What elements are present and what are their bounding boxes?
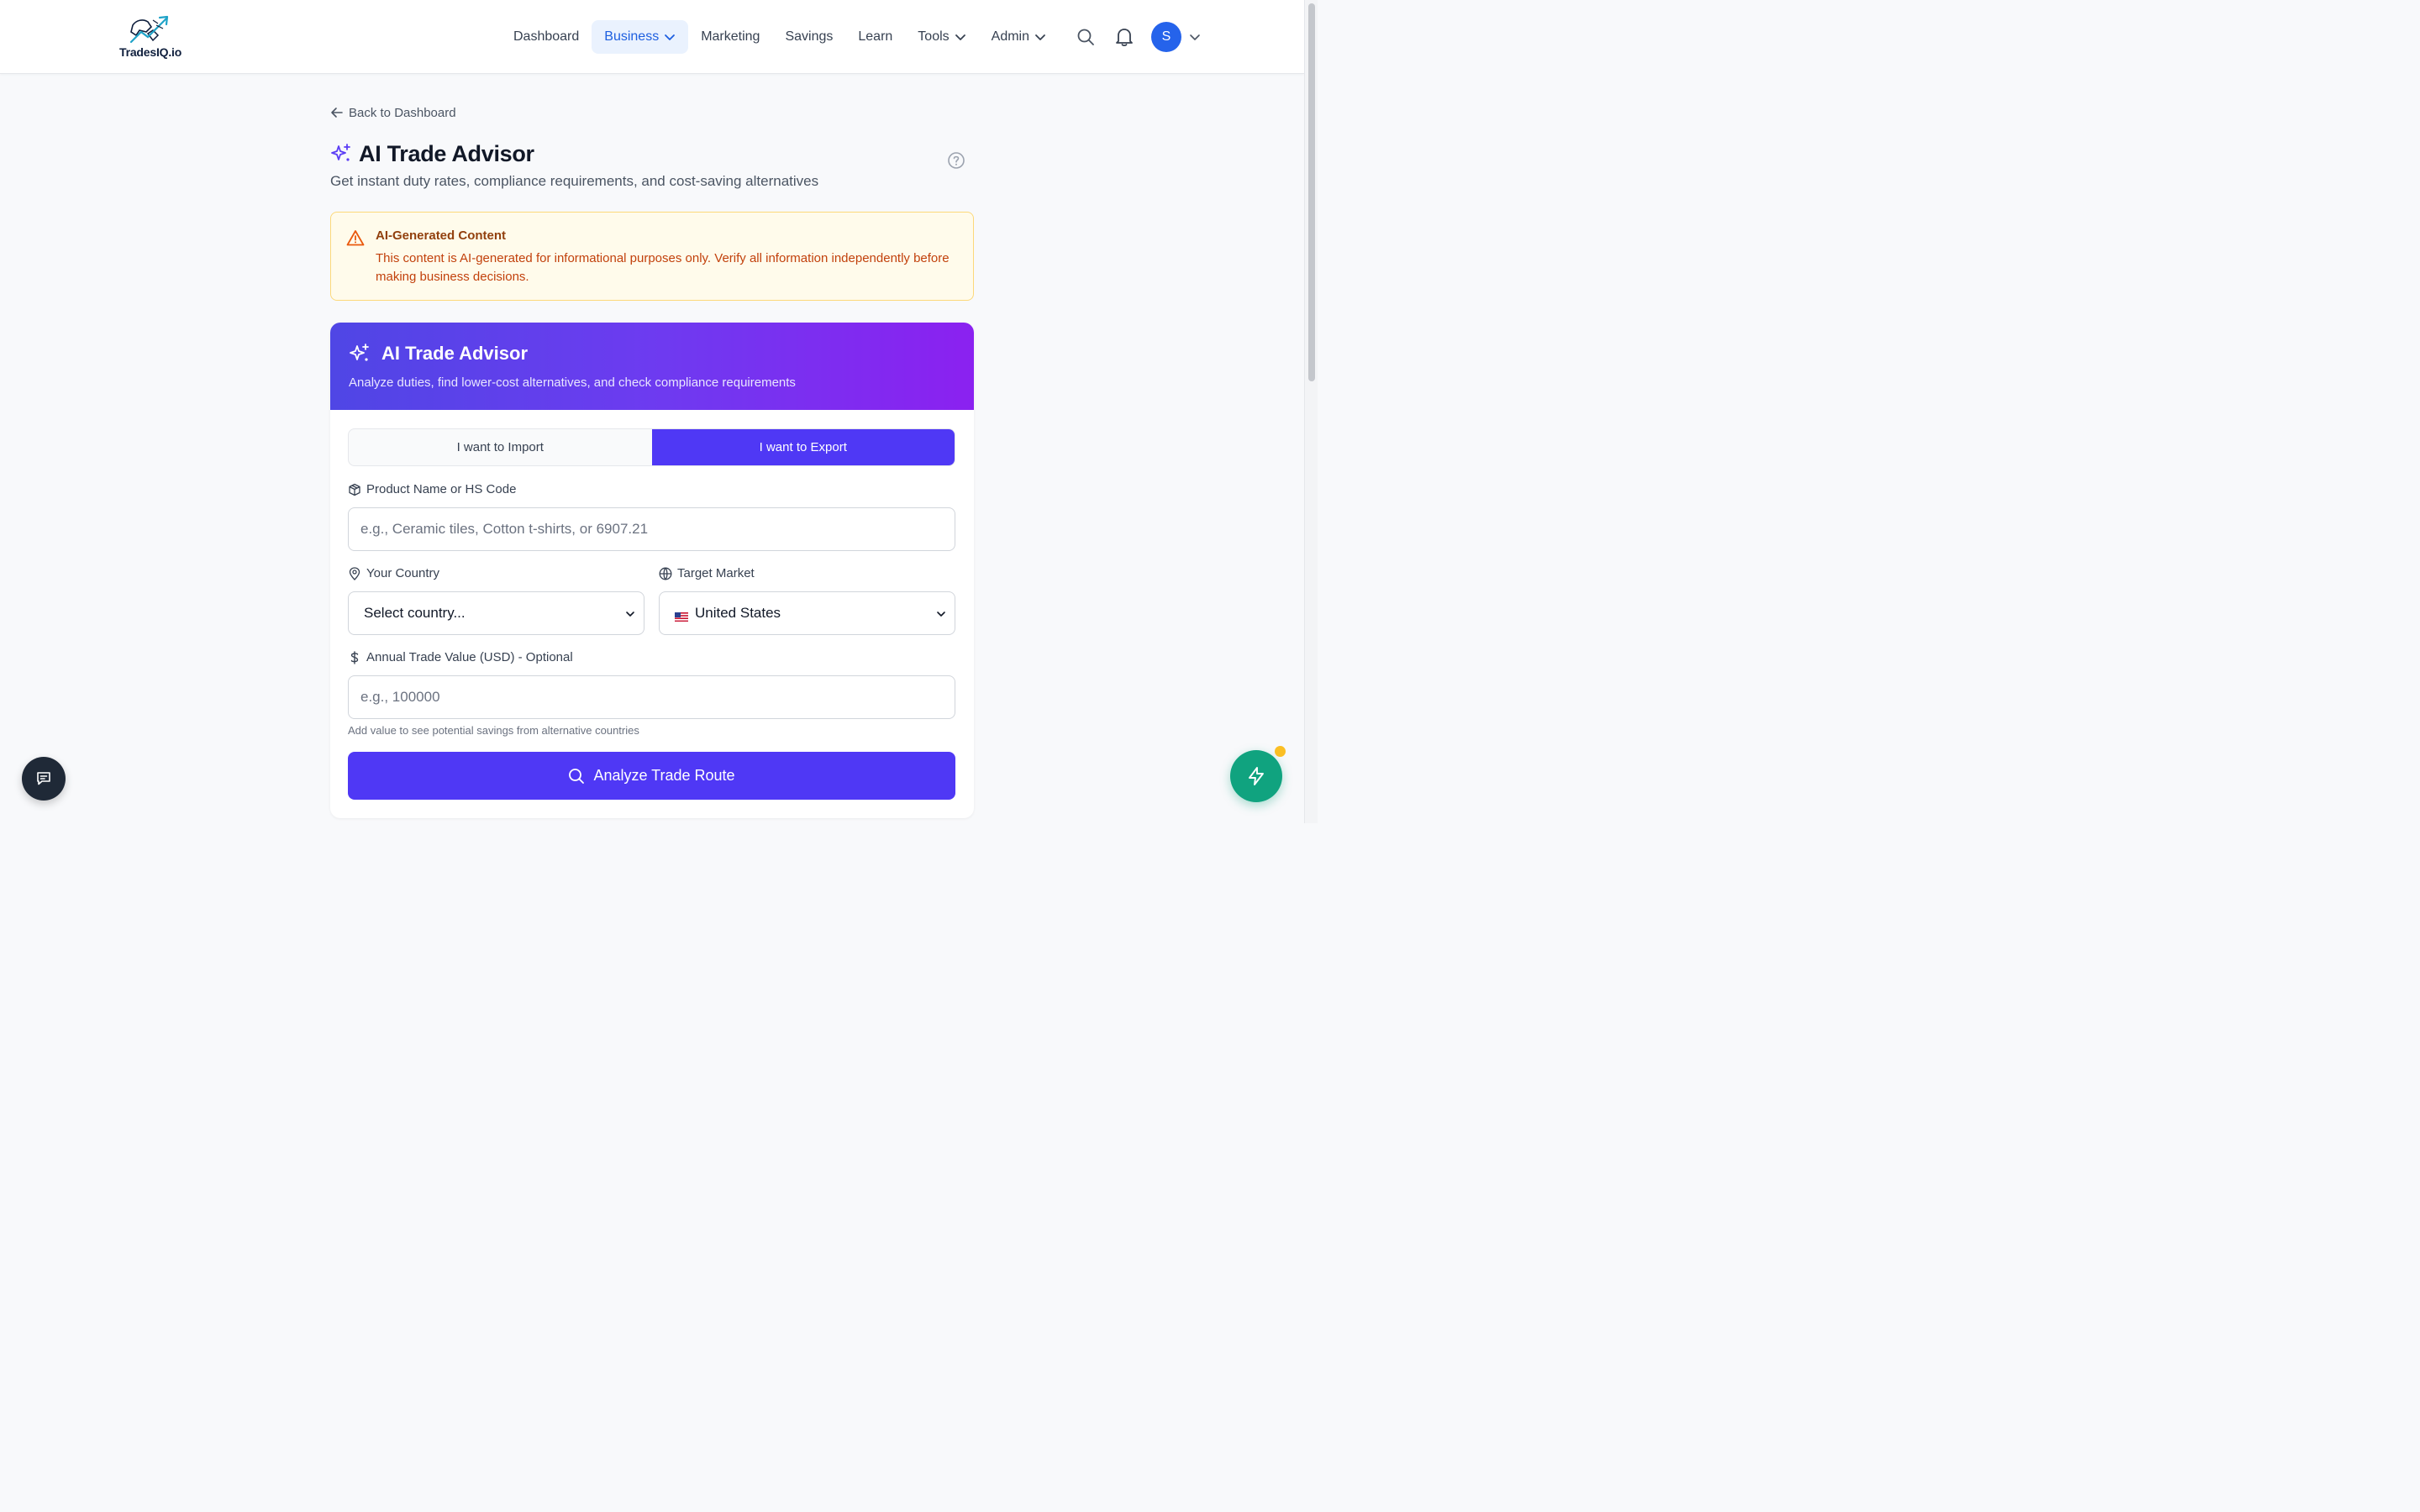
country-selected-value: Select country... (364, 605, 466, 621)
nav-item-tools[interactable]: Tools (905, 20, 978, 54)
product-search-input[interactable] (348, 507, 955, 551)
trade-value-field-label: Annual Trade Value (USD) - Optional (348, 650, 573, 664)
nav-label: Savings (785, 29, 834, 44)
advisor-card-subtitle: Analyze duties, find lower-cost alternat… (349, 375, 796, 390)
globe-icon (659, 567, 672, 580)
trade-advisor-card: AI Trade Advisor Analyze duties, find lo… (330, 323, 974, 818)
target-market-field-label: Target Market (659, 566, 755, 580)
nav-label: Learn (858, 29, 893, 44)
analyze-trade-route-button[interactable]: Analyze Trade Route (348, 752, 955, 800)
nav-item-business[interactable]: Business (592, 20, 689, 54)
warning-title: AI-Generated Content (376, 228, 507, 243)
bell-icon (1116, 29, 1133, 47)
advisor-card-title: AI Trade Advisor (381, 343, 529, 364)
brand-name: TradesIQ.io (119, 45, 182, 59)
nav-label: Tools (918, 29, 950, 44)
country-field-label: Your Country (348, 566, 439, 580)
message-icon (37, 772, 50, 785)
page-subtitle: Get instant duty rates, compliance requi… (330, 173, 819, 189)
user-avatar[interactable]: S (1151, 22, 1181, 52)
sparkles-icon (350, 344, 369, 361)
chevron-down-icon (626, 612, 634, 617)
import-export-toggle: I want to Import I want to Export (348, 428, 955, 466)
back-to-dashboard-link[interactable]: Back to Dashboard (330, 101, 974, 124)
ai-content-warning: AI-Generated Content This content is AI-… (330, 212, 974, 301)
us-flag-icon (675, 609, 688, 622)
target-market-select[interactable]: United States (659, 591, 955, 635)
nav-label: Marketing (701, 29, 760, 44)
search-button[interactable] (1074, 25, 1097, 49)
page-scrollbar[interactable] (1304, 0, 1318, 823)
target-market-label-text: Target Market (677, 566, 755, 580)
search-icon (569, 768, 585, 784)
nav-label: Dashboard (513, 29, 580, 44)
warning-triangle-icon (346, 230, 365, 246)
lightning-bolt-icon (1249, 767, 1264, 785)
page-title: AI Trade Advisor (359, 140, 534, 166)
scrollbar-thumb[interactable] (1308, 3, 1315, 381)
arrow-left-icon (331, 108, 343, 118)
analyze-button-label: Analyze Trade Route (593, 767, 735, 784)
trade-value-input[interactable] (348, 675, 955, 719)
back-link-label: Back to Dashboard (349, 105, 456, 120)
advisor-card-header: AI Trade Advisor Analyze duties, find lo… (330, 323, 974, 410)
product-field-label: Product Name or HS Code (348, 482, 516, 496)
country-label-text: Your Country (366, 566, 439, 580)
nav-label: Business (604, 29, 660, 44)
target-market-selected-value: United States (695, 605, 781, 621)
package-icon (349, 483, 360, 496)
brand-logo[interactable]: TradesIQ.io (118, 13, 185, 60)
nav-item-admin[interactable]: Admin (979, 20, 1059, 54)
chat-button[interactable] (22, 757, 66, 801)
chevron-down-icon (664, 31, 676, 43)
map-pin-icon (349, 566, 360, 580)
page-title-row: AI Trade Advisor (330, 139, 974, 169)
main-content: Back to Dashboard AI Trade Advisor Get i… (330, 101, 974, 818)
sparkles-icon (331, 144, 350, 161)
trade-value-label-text: Annual Trade Value (USD) - Optional (366, 650, 573, 664)
chevron-down-icon (955, 31, 966, 43)
export-toggle-button[interactable]: I want to Export (651, 429, 955, 465)
search-icon (1077, 29, 1094, 45)
dollar-icon (350, 650, 359, 664)
product-label-text: Product Name or HS Code (366, 482, 517, 496)
chevron-down-icon (1034, 31, 1046, 43)
nav-item-savings[interactable]: Savings (772, 20, 845, 54)
your-country-select[interactable]: Select country... (348, 591, 644, 635)
help-icon[interactable] (947, 151, 965, 174)
main-nav: Dashboard Business Marketing Savings Lea… (501, 20, 1059, 54)
notifications-button[interactable] (1113, 25, 1136, 49)
nav-item-dashboard[interactable]: Dashboard (501, 20, 592, 54)
quick-actions-button[interactable] (1230, 750, 1282, 802)
chevron-down-icon[interactable] (1188, 30, 1202, 48)
import-toggle-button[interactable]: I want to Import (349, 429, 652, 465)
trade-value-hint: Add value to see potential savings from … (348, 724, 639, 737)
warning-body: This content is AI-generated for informa… (376, 251, 950, 284)
chevron-down-icon (937, 612, 945, 617)
nav-label: Admin (991, 29, 1030, 44)
globe-arrow-logo-icon (129, 15, 169, 44)
notification-dot (1275, 746, 1286, 757)
nav-item-marketing[interactable]: Marketing (688, 20, 772, 54)
top-navigation-bar: TradesIQ.io Dashboard Business Marketing… (0, 0, 1304, 74)
nav-item-learn[interactable]: Learn (845, 20, 905, 54)
